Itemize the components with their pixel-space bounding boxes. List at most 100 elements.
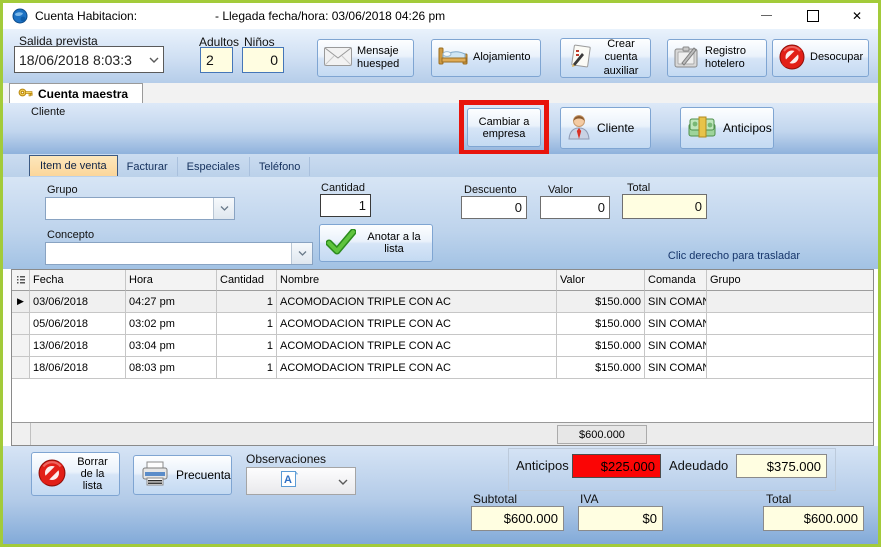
entry-panel: Grupo Concepto Cantidad 1 Descuento 0 Va… bbox=[3, 177, 878, 269]
desocupar-label: Desocupar bbox=[810, 51, 863, 64]
cell-comanda: SIN COMANDA bbox=[645, 313, 707, 335]
borrar-label: Borrar de la lista bbox=[72, 456, 113, 492]
client-panel: Cliente MARULANDA STEPHANIA Cambiar a em… bbox=[3, 103, 878, 154]
footer-panel: Borrar de la lista Precuenta Observacion… bbox=[3, 446, 878, 544]
table-row[interactable]: ▶ 03/06/2018 04:27 pm 1 ACOMODACION TRIP… bbox=[12, 291, 873, 313]
cliente-button[interactable]: Cliente bbox=[560, 107, 651, 149]
current-row-marker: ▶ bbox=[17, 296, 24, 307]
descuento-field[interactable]: 0 bbox=[461, 196, 527, 219]
maximize-button[interactable] bbox=[796, 3, 830, 28]
col-header-valor[interactable]: Valor bbox=[557, 270, 645, 291]
cell-comanda: SIN COMANDA bbox=[645, 291, 707, 313]
cell-fecha: 18/06/2018 bbox=[30, 357, 126, 379]
col-header-nombre[interactable]: Nombre bbox=[277, 270, 557, 291]
salida-prevista-value: 18/06/2018 8:03:3 bbox=[15, 52, 145, 68]
key-icon bbox=[18, 86, 33, 102]
cell-fecha: 13/06/2018 bbox=[30, 335, 126, 357]
arrival-datetime: - Llegada fecha/hora: 03/06/2018 04:26 p… bbox=[215, 9, 445, 23]
total-field[interactable]: 0 bbox=[622, 194, 707, 219]
traslado-hint: Clic derecho para trasladar bbox=[668, 250, 800, 262]
valor-label: Valor bbox=[548, 184, 573, 196]
ninos-field[interactable]: 0 bbox=[242, 47, 284, 73]
cantidad-field[interactable]: 1 bbox=[320, 194, 371, 217]
chevron-down-icon[interactable] bbox=[145, 47, 163, 72]
registro-hotelero-label: Registro hotelero bbox=[705, 45, 760, 71]
cell-cantidad: 1 bbox=[217, 335, 277, 357]
anticipos-button[interactable]: Anticipos bbox=[680, 107, 774, 149]
borrar-de-la-lista-button[interactable]: Borrar de la lista bbox=[31, 452, 120, 496]
observaciones-combobox[interactable]: A bbox=[246, 467, 356, 495]
cliente-button-label: Cliente bbox=[597, 121, 634, 135]
letter-a-image-icon: A bbox=[281, 471, 298, 492]
table-row[interactable]: 18/06/2018 08:03 pm 1 ACOMODACION TRIPLE… bbox=[12, 357, 873, 379]
registro-hotelero-button[interactable]: Registro hotelero bbox=[667, 39, 767, 77]
adeudado-label: Adeudado bbox=[669, 458, 728, 473]
cell-nombre: ACOMODACION TRIPLE CON AC bbox=[277, 313, 557, 335]
tab-telefono[interactable]: Teléfono bbox=[250, 157, 311, 176]
cell-valor: $150.000 bbox=[557, 335, 645, 357]
app-icon bbox=[12, 8, 28, 29]
toolbar: Salida prevista 18/06/2018 8:03:3 Adulto… bbox=[3, 29, 878, 84]
no-entry-icon bbox=[779, 44, 805, 73]
subtotal-label: Subtotal bbox=[473, 492, 517, 506]
cell-comanda: SIN COMANDA bbox=[645, 335, 707, 357]
cell-valor: $150.000 bbox=[557, 357, 645, 379]
mensaje-huesped-button[interactable]: Mensaje huesped bbox=[317, 39, 414, 77]
table-row[interactable]: 05/06/2018 03:02 pm 1 ACOMODACION TRIPLE… bbox=[12, 313, 873, 335]
precuenta-button[interactable]: Precuenta bbox=[133, 455, 232, 495]
cell-cantidad: 1 bbox=[217, 291, 277, 313]
grid-header-row: Fecha Hora Cantidad Nombre Valor Comanda… bbox=[12, 270, 873, 291]
close-button[interactable]: ✕ bbox=[840, 3, 874, 28]
precuenta-label: Precuenta bbox=[176, 468, 231, 482]
note-pen-icon bbox=[567, 44, 593, 73]
total-label: Total bbox=[627, 182, 650, 194]
salida-prevista-combobox[interactable]: 18/06/2018 8:03:3 bbox=[14, 46, 164, 73]
observaciones-label: Observaciones bbox=[246, 452, 326, 466]
chevron-down-icon[interactable] bbox=[291, 243, 312, 264]
cliente-label: Cliente bbox=[31, 106, 65, 118]
tab-cuenta-maestra[interactable]: Cuenta maestra bbox=[9, 83, 143, 103]
anotar-a-la-lista-button[interactable]: Anotar a la lista bbox=[319, 224, 433, 262]
crear-cuenta-auxiliar-button[interactable]: Crear cuenta auxiliar bbox=[560, 38, 651, 78]
concepto-combobox[interactable] bbox=[45, 242, 313, 265]
cell-hora: 04:27 pm bbox=[126, 291, 217, 313]
valor-field[interactable]: 0 bbox=[540, 196, 610, 219]
cell-fecha: 05/06/2018 bbox=[30, 313, 126, 335]
tab-especiales[interactable]: Especiales bbox=[178, 157, 250, 176]
clipboard-pen-icon bbox=[674, 45, 700, 72]
cell-valor: $150.000 bbox=[557, 313, 645, 335]
table-row[interactable]: 13/06/2018 03:04 pm 1 ACOMODACION TRIPLE… bbox=[12, 335, 873, 357]
col-header-cantidad[interactable]: Cantidad bbox=[217, 270, 277, 291]
subtotal-field: $600.000 bbox=[471, 506, 564, 531]
iva-field: $0 bbox=[578, 506, 663, 531]
cell-grupo bbox=[707, 335, 873, 357]
cell-cantidad: 1 bbox=[217, 357, 277, 379]
grupo-combobox[interactable] bbox=[45, 197, 235, 220]
col-header-hora[interactable]: Hora bbox=[126, 270, 217, 291]
col-header-grupo[interactable]: Grupo bbox=[707, 270, 873, 291]
tab-facturar[interactable]: Facturar bbox=[118, 157, 178, 176]
cell-nombre: ACOMODACION TRIPLE CON AC bbox=[277, 335, 557, 357]
adultos-field[interactable]: 2 bbox=[200, 47, 233, 73]
cuenta-habitacion-window: Cuenta Habitacion: - Llegada fecha/hora:… bbox=[0, 0, 881, 547]
window-title: Cuenta Habitacion: bbox=[35, 9, 137, 23]
tab-item-de-venta[interactable]: Item de venta bbox=[29, 155, 118, 176]
iva-label: IVA bbox=[580, 492, 598, 506]
total-footer-label: Total bbox=[766, 492, 791, 506]
cell-hora: 08:03 pm bbox=[126, 357, 217, 379]
chevron-down-icon[interactable] bbox=[338, 472, 348, 490]
envelope-icon bbox=[324, 47, 352, 69]
col-header-comanda[interactable]: Comanda bbox=[645, 270, 707, 291]
alojamiento-button[interactable]: Alojamiento bbox=[431, 39, 541, 77]
crear-cuenta-auxiliar-label: Crear cuenta auxiliar bbox=[598, 38, 644, 78]
col-header-fecha[interactable]: Fecha bbox=[30, 270, 126, 291]
chevron-down-icon[interactable] bbox=[213, 198, 234, 219]
desocupar-button[interactable]: Desocupar bbox=[772, 39, 869, 77]
printer-icon bbox=[140, 461, 170, 490]
item-tabzone: Item de venta Facturar Especiales Teléfo… bbox=[3, 154, 878, 179]
minimize-icon bbox=[761, 15, 772, 16]
minimize-button[interactable] bbox=[749, 3, 783, 28]
no-entry-icon bbox=[38, 459, 66, 490]
cell-cantidad: 1 bbox=[217, 313, 277, 335]
cell-nombre: ACOMODACION TRIPLE CON AC bbox=[277, 291, 557, 313]
